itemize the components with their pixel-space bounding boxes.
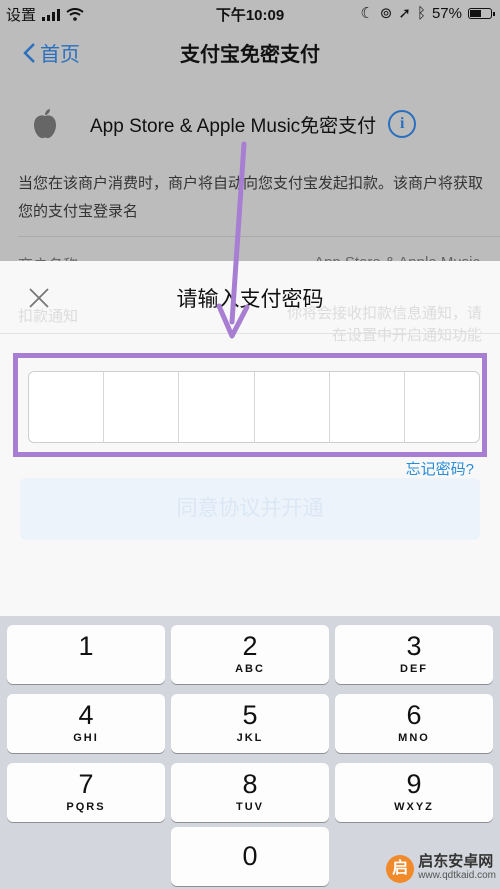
key-number: 8 <box>242 769 258 799</box>
watermark: 启 启东安卓网 www.qdtkaid.com <box>386 853 496 883</box>
key-7[interactable]: 7 PQRS <box>7 763 165 822</box>
nav-bar: 首页 支付宝免密支付 <box>0 26 500 78</box>
key-number: 2 <box>242 631 258 661</box>
info-icon[interactable]: i <box>388 110 417 138</box>
page-title: 支付宝免密支付 <box>180 44 320 66</box>
battery-percent: 57% <box>431 4 462 22</box>
moon-icon: ☾ <box>360 5 374 22</box>
merchant-name: App Store & Apple Music免密支付 <box>90 115 377 137</box>
apple-logo-icon <box>34 109 56 139</box>
key-number: 1 <box>78 631 94 661</box>
watermark-url: www.qdtkaid.com <box>418 870 496 881</box>
pin-cell-6[interactable] <box>405 372 479 442</box>
battery-icon <box>468 7 495 19</box>
merchant-header: App Store & Apple Music免密支付 i <box>30 104 490 144</box>
pin-cell-3[interactable] <box>179 372 255 442</box>
key-letters: TUV <box>236 801 264 813</box>
key-number: 0 <box>242 841 258 871</box>
number-keypad: 1 2 ABC 3 DEF 4 GHI 5 JKL 6 MNO 7 PQRS 8 TUV 9 W… <box>0 616 500 889</box>
key-letters: JKL <box>236 732 264 744</box>
pin-cell-5[interactable] <box>330 372 405 442</box>
key-number: 9 <box>406 769 422 799</box>
key-6[interactable]: 6 MNO <box>335 694 493 753</box>
pin-cell-4[interactable] <box>255 372 330 442</box>
agree-button[interactable]: 同意协议并开通 <box>20 478 480 540</box>
password-highlight <box>13 353 487 457</box>
pin-cell-2[interactable] <box>104 372 180 442</box>
key-letters: MNO <box>398 732 430 744</box>
watermark-name: 启东安卓网 <box>418 853 494 870</box>
key-number: 7 <box>78 769 94 799</box>
key-letters: DEF <box>400 663 428 675</box>
description-text: 当您在该商户消费时，商户将自动向您支付宝发起扣款。该商户将获取您的支付宝登录名 <box>18 175 484 220</box>
key-1[interactable]: 1 <box>7 625 165 684</box>
key-2[interactable]: 2 ABC <box>171 625 329 684</box>
arrow-icon: ➚ <box>398 5 411 22</box>
watermark-logo-icon: 启 <box>386 855 415 883</box>
key-letters: ABC <box>235 663 265 675</box>
key-number: 5 <box>242 700 258 730</box>
password-modal: 扣款通知 你将会接收扣款信息通知，请在设置中开启通知功能 请输入支付密码 忘记密… <box>0 261 500 616</box>
key-number: 3 <box>406 631 422 661</box>
forgot-password-link[interactable]: 忘记密码? <box>406 458 474 479</box>
key-8[interactable]: 8 TUV <box>171 763 329 822</box>
key-number: 4 <box>78 700 94 730</box>
key-letters: PQRS <box>66 801 106 813</box>
key-5[interactable]: 5 JKL <box>171 694 329 753</box>
key-number: 6 <box>406 700 422 730</box>
modal-title: 请输入支付密码 <box>176 288 324 311</box>
status-bar: 设置 下午10:09 ☾ ⊚ ➚ ᛒ 57% <box>0 0 500 26</box>
password-input[interactable] <box>28 371 480 443</box>
key-0[interactable]: 0 <box>171 827 329 886</box>
key-letters: GHI <box>73 732 99 744</box>
divider <box>18 236 500 237</box>
key-9[interactable]: 9 WXYZ <box>335 763 493 822</box>
key-3[interactable]: 3 DEF <box>335 625 493 684</box>
modal-divider <box>0 333 500 334</box>
key-4[interactable]: 4 GHI <box>7 694 165 753</box>
pin-cell-1[interactable] <box>29 372 105 442</box>
bluetooth-icon: ᛒ <box>416 4 426 22</box>
location-icon: ⊚ <box>379 5 393 22</box>
key-letters: WXYZ <box>394 801 434 813</box>
background-page: 首页 支付宝免密支付 App Store & Apple Music免密支付 i… <box>0 26 500 274</box>
